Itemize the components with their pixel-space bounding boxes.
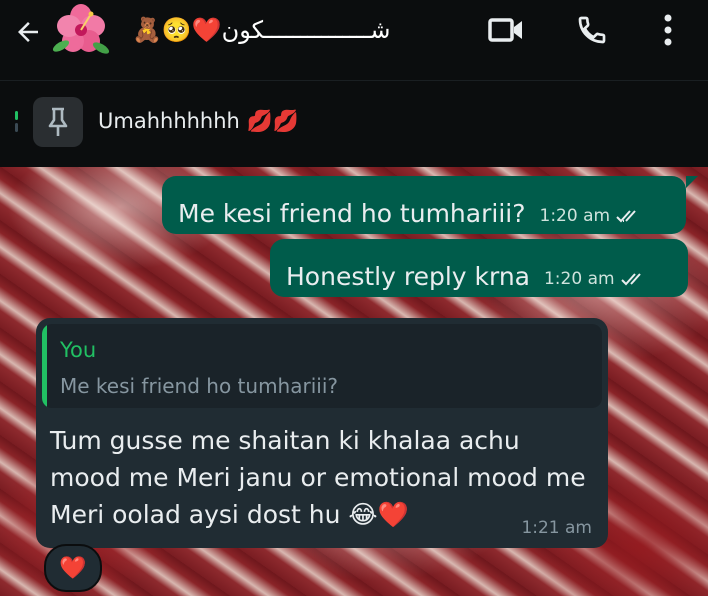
pin-indicator	[15, 111, 18, 139]
hibiscus-icon	[52, 4, 110, 54]
message-meta: 1:20 am	[540, 206, 643, 226]
bubble-tail	[686, 176, 698, 188]
message-time: 1:20 am	[539, 206, 611, 226]
contact-name: شـــــــــــــــكون	[221, 16, 391, 44]
quote-accent-bar	[42, 324, 47, 408]
message-text: Me kesi friend ho tumhariii?	[178, 199, 526, 228]
pin-button[interactable]	[33, 97, 83, 147]
outgoing-message[interactable]: Me kesi friend ho tumhariii? 1:20 am	[162, 176, 686, 234]
video-call-button[interactable]	[484, 10, 528, 50]
contact-avatar[interactable]	[50, 2, 112, 58]
quote-text: Me kesi friend ho tumhariii?	[60, 374, 338, 398]
more-vert-icon	[664, 14, 672, 46]
quote-author: You	[60, 338, 97, 362]
pin-icon	[48, 107, 68, 136]
contact-title[interactable]: 🧸🥺❤️ شـــــــــــــــكون	[132, 8, 391, 52]
pinned-message-bar[interactable]: Umahhhhhhh 💋💋	[0, 80, 708, 168]
pinned-message-text: Umahhhhhhh 💋💋	[98, 109, 299, 133]
incoming-message[interactable]: You Me kesi friend ho tumhariii? Tum gus…	[36, 318, 608, 548]
double-check-icon	[620, 273, 641, 286]
outgoing-message[interactable]: Honestly reply krna 1:20 am	[270, 239, 688, 297]
double-check-icon	[616, 210, 636, 223]
more-options-button[interactable]	[646, 10, 690, 50]
video-call-icon	[488, 18, 522, 42]
message-reaction[interactable]: ❤️	[44, 544, 102, 592]
message-time: 1:21 am	[521, 518, 592, 538]
phone-icon	[578, 16, 606, 44]
heart-reaction: ❤️	[59, 555, 87, 581]
chat-header: 🧸🥺❤️ شـــــــــــــــكون	[0, 0, 708, 80]
back-button[interactable]	[8, 12, 48, 52]
voice-call-button[interactable]	[570, 10, 614, 50]
message-text: Honestly reply krna	[286, 262, 530, 291]
message-meta: 1:20 am	[544, 269, 647, 289]
contact-emojis: 🧸🥺❤️	[132, 16, 222, 44]
quoted-message[interactable]: You Me kesi friend ho tumhariii?	[42, 324, 602, 408]
arrow-left-icon	[18, 22, 38, 42]
message-text: Tum gusse me shaitan ki khalaa achu mood…	[50, 426, 586, 529]
message-time: 1:20 am	[543, 269, 615, 289]
